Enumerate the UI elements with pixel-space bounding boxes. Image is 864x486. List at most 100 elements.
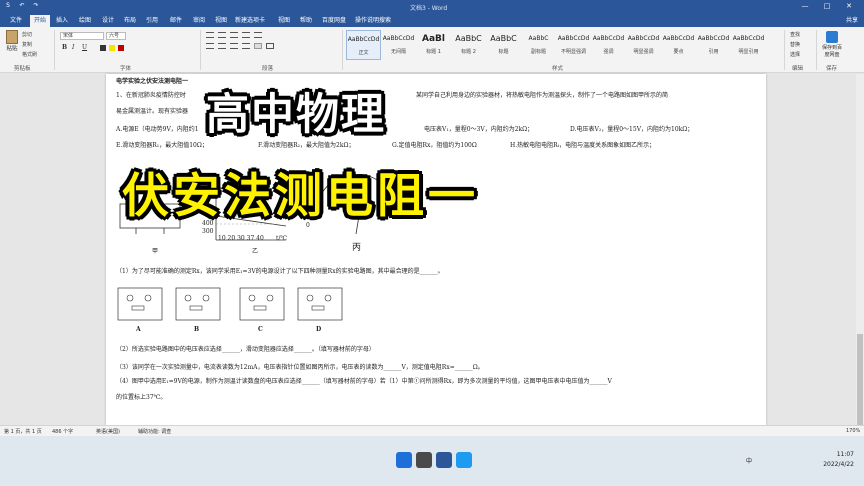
justify-icon[interactable] <box>242 43 250 49</box>
highlight-icon[interactable] <box>109 45 115 51</box>
style-item[interactable]: AaBbCcDd 引用 <box>696 30 731 60</box>
tab-design[interactable]: 设计 <box>102 15 114 27</box>
format-painter-button[interactable]: 格式刷 <box>22 51 37 58</box>
tab-references[interactable]: 引用 <box>146 15 158 27</box>
cut-button[interactable]: 剪切 <box>22 31 32 38</box>
style-item[interactable]: AaBl 标题 1 <box>416 30 451 60</box>
zoom-level[interactable]: 170% <box>846 428 860 434</box>
vertical-scrollbar[interactable] <box>856 74 864 444</box>
style-name: 正文 <box>358 50 369 56</box>
bullets-icon[interactable] <box>206 32 214 38</box>
share-button[interactable]: 共享 <box>846 15 858 24</box>
edge-icon[interactable] <box>456 452 472 468</box>
shading-icon[interactable] <box>254 43 262 49</box>
italic-button[interactable]: I <box>72 44 74 51</box>
editing-group: 查找 替换 选择 <box>790 30 800 60</box>
style-item[interactable]: AaBbCcDd 强调 <box>591 30 626 60</box>
style-preview: AaBbC <box>455 34 482 43</box>
tell-me-search[interactable]: 操作说明搜索 <box>355 15 391 27</box>
ime-indicator[interactable]: 中 <box>746 456 752 465</box>
underline-button[interactable]: U <box>82 44 87 51</box>
style-item[interactable]: AaBbCcDd 正文 <box>346 30 381 60</box>
doc-q-4b: 的位置标上37℃。 <box>116 394 167 401</box>
doc-q-3: （3）该同学在一次实验测量中，电流表读数为12mA，电压表指针位置如图丙所示，电… <box>116 364 484 371</box>
copy-button[interactable]: 复制 <box>22 41 32 48</box>
style-name: 副标题 <box>530 49 546 55</box>
divider <box>816 30 817 70</box>
style-preview: AaBbCcDd <box>662 35 695 42</box>
style-item[interactable]: AaBbC 副标题 <box>521 30 556 60</box>
search-icon[interactable] <box>416 452 432 468</box>
font-name-select[interactable]: 宋体 <box>60 32 104 40</box>
align-right-icon[interactable] <box>230 43 238 49</box>
tab-review[interactable]: 审阅 <box>193 15 205 27</box>
style-name: 引用 <box>708 49 719 55</box>
style-item[interactable]: AaBbCcDd 不明显强调 <box>556 30 591 60</box>
tab-layout[interactable]: 布局 <box>124 15 136 27</box>
minimize-button[interactable]: — <box>794 0 816 13</box>
word-app-icon[interactable] <box>436 452 452 468</box>
undo-icon[interactable]: ↶ <box>18 2 26 10</box>
find-button[interactable]: 查找 <box>790 30 800 40</box>
axis-t-label: t/℃ <box>276 235 288 242</box>
start-icon[interactable] <box>396 452 412 468</box>
page-count[interactable]: 第 1 页，共 1 页 <box>4 428 42 435</box>
accessibility-status[interactable]: 辅助功能: 调查 <box>138 428 171 435</box>
increase-indent-icon[interactable] <box>254 32 262 38</box>
tab-view-2[interactable]: 视图 <box>278 15 290 27</box>
styles-group-label: 样式 <box>552 66 564 72</box>
style-item[interactable]: AaBbCcDd 要点 <box>661 30 696 60</box>
font-color-icon[interactable] <box>118 45 124 51</box>
clock[interactable]: 11:07 2022/4/22 <box>823 450 854 470</box>
tab-view[interactable]: 视图 <box>215 15 227 27</box>
save-to-baidu-button[interactable]: 保存到百度网盘 <box>820 31 844 59</box>
style-item[interactable]: AaBbCcDd 无间隔 <box>381 30 416 60</box>
numbering-icon[interactable] <box>218 32 226 38</box>
baidu-cloud-icon <box>826 31 838 43</box>
circuit-label-a: A <box>136 326 141 333</box>
style-item[interactable]: AaBbCcDd 明显引用 <box>731 30 766 60</box>
multilevel-list-icon[interactable] <box>230 32 238 38</box>
autosave-icon[interactable]: S <box>4 2 12 10</box>
doc-option-a: A.电源E（电动势9V，内阻约1 <box>116 126 199 133</box>
bold-button[interactable]: B <box>62 44 67 51</box>
select-button[interactable]: 选择 <box>790 50 800 60</box>
style-item[interactable]: AaBbC 标题 <box>486 30 521 60</box>
tab-baidu[interactable]: 百度网盘 <box>322 15 346 27</box>
font-size-select[interactable]: 六号 <box>106 32 126 40</box>
paste-button[interactable]: 粘贴 <box>4 30 20 52</box>
tab-help[interactable]: 帮助 <box>300 15 312 27</box>
paragraph-tools <box>206 32 336 56</box>
fig-label-jia: 甲 <box>152 248 159 255</box>
close-button[interactable]: ✕ <box>838 0 860 13</box>
maximize-button[interactable]: □ <box>816 0 838 13</box>
strikethrough-icon[interactable] <box>100 45 106 51</box>
tab-home[interactable]: 开始 <box>30 15 51 27</box>
tab-draw[interactable]: 绘图 <box>79 15 91 27</box>
style-item[interactable]: AaBbCcDd 明显强调 <box>626 30 661 60</box>
style-preview: AaBbC <box>528 35 549 42</box>
paragraph-group-label: 段落 <box>262 66 274 72</box>
borders-icon[interactable] <box>266 43 274 49</box>
style-name: 明显强调 <box>633 49 654 55</box>
quick-access-toolbar: S ↶ ↷ <box>4 2 40 10</box>
document-page[interactable]: 电学实验之伏安法测电阻一 1、在新冠肺炎疫情防控时 某同学自己利用身边的实验器材… <box>106 74 766 426</box>
y-tick-300: 300 <box>202 228 214 235</box>
align-center-icon[interactable] <box>218 43 226 49</box>
language[interactable]: 英语(美国) <box>96 428 120 435</box>
style-preview: AaBbCcDd <box>697 35 730 42</box>
style-preview: AaBbCcDd <box>382 35 415 42</box>
tab-file[interactable]: 文件 <box>4 15 29 27</box>
tab-mailings[interactable]: 邮件 <box>170 15 182 27</box>
redo-icon[interactable]: ↷ <box>32 2 40 10</box>
fig-label-bing: 丙 <box>352 243 362 253</box>
word-count[interactable]: 486 个字 <box>52 428 73 435</box>
tab-insert[interactable]: 插入 <box>56 15 68 27</box>
align-left-icon[interactable] <box>206 43 214 49</box>
style-item[interactable]: AaBbC 标题 2 <box>451 30 486 60</box>
circuit-label-c: C <box>258 326 263 333</box>
tab-new[interactable]: 新建选项卡 <box>235 15 265 27</box>
decrease-indent-icon[interactable] <box>242 32 250 38</box>
style-name: 强调 <box>603 49 614 55</box>
replace-button[interactable]: 替换 <box>790 40 800 50</box>
